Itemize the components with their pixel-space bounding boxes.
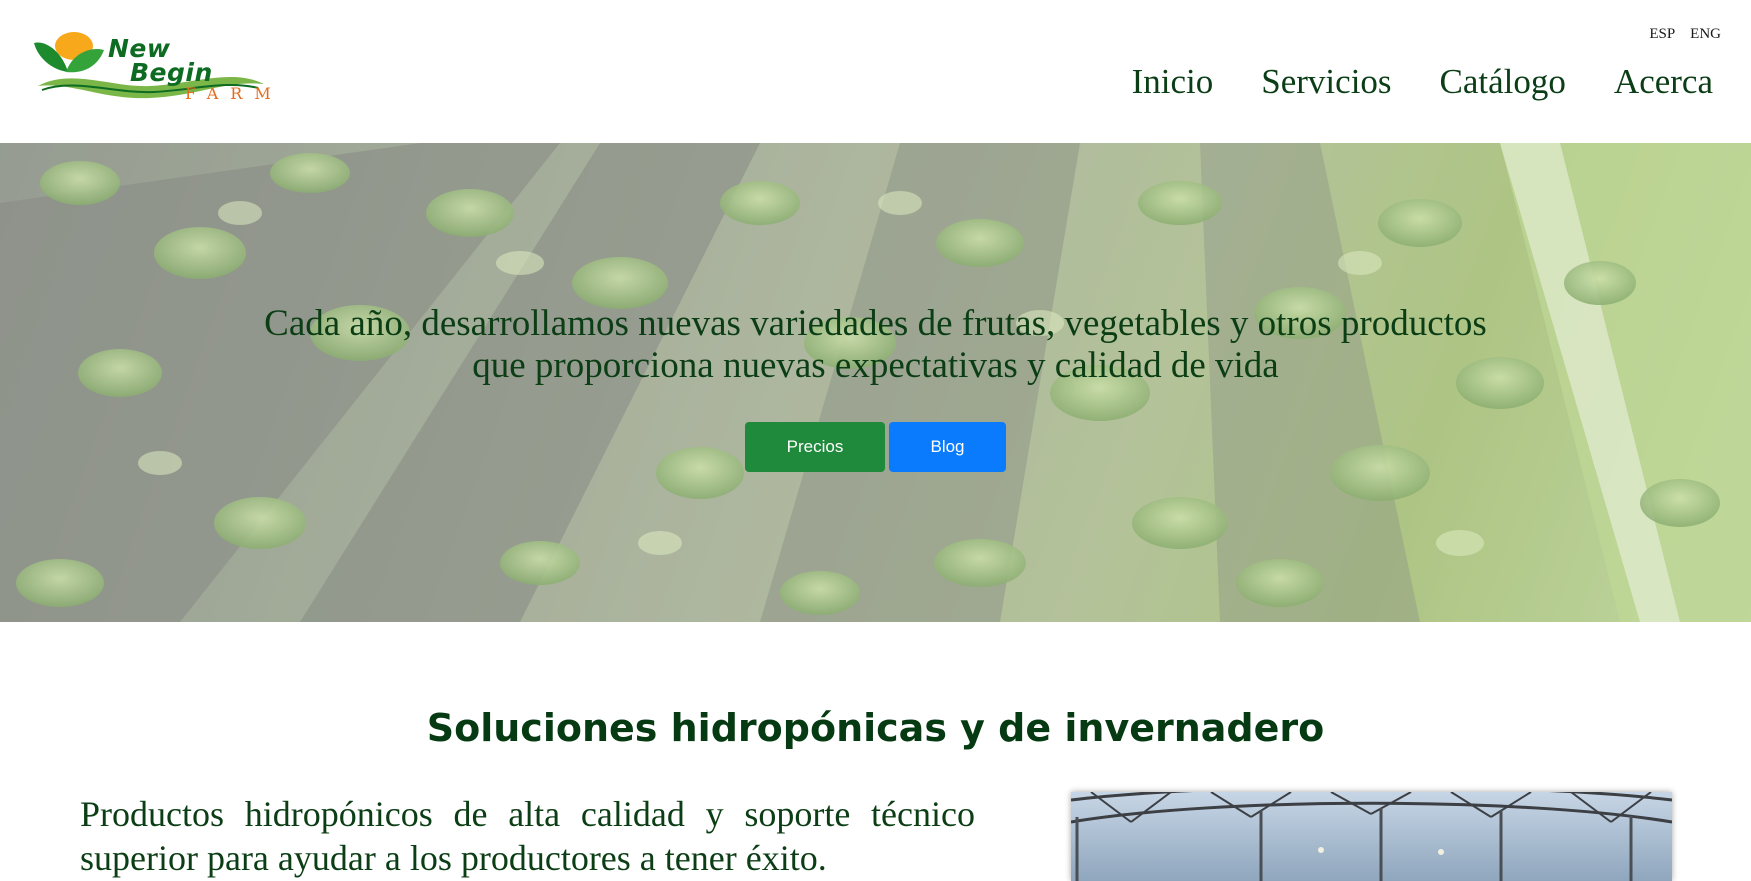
blog-button[interactable]: Blog [889,422,1006,472]
lang-esp-link[interactable]: ESP [1649,26,1675,43]
nav-item-acerca[interactable]: Acerca [1614,62,1713,102]
language-switcher: ESP ENG [1649,26,1721,43]
brand-logo[interactable]: New Begin FARM [32,28,287,108]
hero-tagline-line2: que proporciona nuevas expectativas y ca… [472,345,1279,386]
nav-item-servicios[interactable]: Servicios [1261,62,1391,102]
site-header: New Begin FARM ESP ENG Inicio Servicios … [0,0,1751,143]
solutions-description: Productos hidropónicos de alta calidad y… [80,794,975,878]
precios-button[interactable]: Precios [745,422,885,472]
lang-eng-link[interactable]: ENG [1690,26,1721,43]
hero-tagline-line1: Cada año, desarrollamos nuevas variedade… [264,303,1487,344]
hero-tagline: Cada año, desarrollamos nuevas variedade… [0,303,1751,387]
nav-item-inicio[interactable]: Inicio [1132,62,1214,102]
main-nav: Inicio Servicios Catálogo Acerca [1132,62,1713,102]
solutions-title: Soluciones hidropónicas y de invernadero [426,706,1325,750]
brand-name-line3: FARM [185,84,283,103]
page: New Begin FARM ESP ENG Inicio Servicios … [0,0,1751,881]
greenhouse-image [1071,792,1672,881]
hero-banner: Cada año, desarrollamos nuevas variedade… [0,143,1751,622]
nav-item-catalogo[interactable]: Catálogo [1440,62,1566,102]
brand-name-line2: Begin [130,58,213,87]
greenhouse-structure-image [1071,792,1672,881]
hero-buttons: Precios Blog [745,422,1006,472]
